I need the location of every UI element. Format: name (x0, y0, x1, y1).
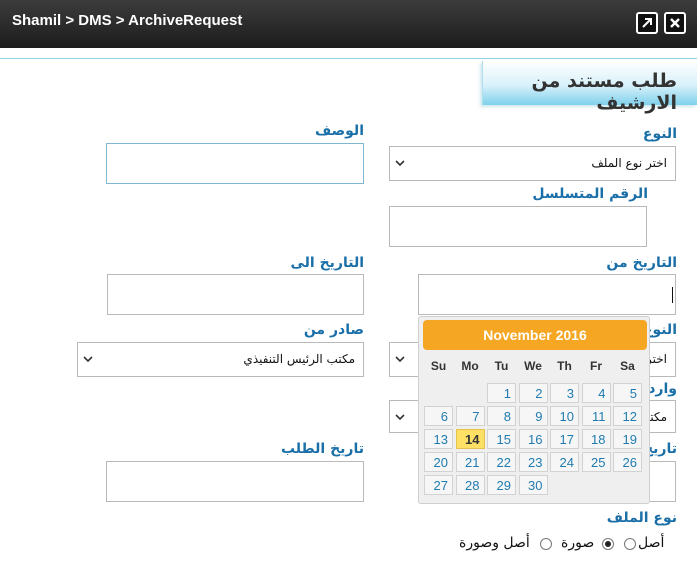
issued-from-value: مكتب الرئيس التنفيذي (243, 352, 355, 366)
radio-original-label: أصل (638, 535, 665, 551)
issued-from-label: صادر من (303, 322, 364, 338)
file-type-label: نوع الملف (606, 510, 677, 526)
date-from-field[interactable] (418, 274, 676, 315)
calendar-day[interactable]: 2 (518, 383, 548, 403)
calendar-day[interactable]: 30 (518, 475, 548, 495)
weekday-header: Mo (461, 359, 479, 373)
page-title: طلب مستند من الارشيف (531, 70, 677, 114)
calendar-day[interactable]: 1 (487, 383, 516, 403)
calendar-day[interactable]: 12 (613, 406, 642, 426)
chevron-down-icon (395, 414, 405, 421)
calendar-day[interactable]: 7 (455, 406, 485, 426)
weekday-header: Tu (494, 359, 509, 373)
calendar-day[interactable]: 4 (581, 383, 611, 403)
date-to-field[interactable] (107, 274, 364, 315)
calendar-day[interactable]: 5 (613, 383, 642, 403)
radio-original-and-copy-circle[interactable] (540, 538, 552, 550)
radio-original-circle[interactable] (624, 538, 636, 550)
calendar-day[interactable]: 6 (424, 406, 453, 426)
calendar-day[interactable]: 23 (518, 452, 548, 472)
type-select-value: اختر نوع الملف (591, 156, 667, 170)
weekday-header: Su (430, 359, 447, 373)
calendar-day[interactable]: 20 (424, 452, 453, 472)
datepicker-month-title[interactable]: November 2016 (423, 320, 647, 350)
page-header: طلب مستند من الارشيف (482, 61, 697, 114)
calendar-day[interactable]: 24 (550, 452, 579, 472)
weekday-header: Sa (620, 359, 635, 373)
serial-label: الرقم المتسلسل (532, 186, 648, 202)
radio-original-and-copy-label: أصل وصورة (459, 535, 530, 551)
window-titlebar: Shamil > DMS > ArchiveRequest (0, 0, 697, 48)
weekday-header: We (524, 359, 542, 373)
calendar-day[interactable]: 27 (424, 475, 453, 495)
calendar-day[interactable]: 26 (613, 452, 642, 472)
calendar-day[interactable]: 9 (518, 406, 548, 426)
date-to-label: التاريخ الى (290, 255, 364, 271)
radio-copy-label: صورة (561, 535, 595, 551)
calendar-day[interactable]: 21 (455, 452, 485, 472)
chevron-down-icon (83, 356, 93, 363)
calendar-day-today[interactable]: 14 (455, 429, 485, 449)
datepicker-popup: November 2016 Su Mo Tu We Th Fr Sa 1 2 3 4 5 6 7 8 9 10 1… (418, 316, 650, 504)
weekday-header: Fr (590, 359, 602, 373)
chevron-down-icon (395, 160, 405, 167)
calendar-day[interactable]: 13 (424, 429, 453, 449)
expand-button[interactable] (636, 12, 658, 34)
type-label: النوع (642, 126, 677, 142)
calendar-day[interactable]: 11 (581, 406, 611, 426)
calendar-day[interactable]: 3 (550, 383, 579, 403)
request-date-label: تاريخ الطلب (280, 441, 364, 457)
radio-copy-circle[interactable] (602, 538, 614, 550)
text-caret (672, 287, 673, 303)
description-label: الوصف (314, 123, 364, 139)
calendar-day[interactable]: 17 (550, 429, 579, 449)
calendar-day[interactable]: 29 (487, 475, 516, 495)
calendar-day[interactable]: 18 (581, 429, 611, 449)
date-from-label: التاريخ من (606, 255, 677, 271)
close-icon (670, 18, 680, 28)
chevron-down-icon (395, 356, 405, 363)
description-field[interactable] (106, 143, 364, 184)
calendar-day[interactable]: 16 (518, 429, 548, 449)
calendar-day[interactable]: 8 (487, 406, 516, 426)
expand-icon (642, 18, 652, 28)
breadcrumb: Shamil > DMS > ArchiveRequest (12, 12, 243, 29)
calendar-day[interactable]: 15 (487, 429, 516, 449)
issued-from-select[interactable]: مكتب الرئيس التنفيذي (77, 342, 364, 377)
weekday-header: Th (557, 359, 572, 373)
calendar-day[interactable]: 10 (550, 406, 579, 426)
calendar-day[interactable]: 28 (455, 475, 485, 495)
calendar-day[interactable]: 19 (613, 429, 642, 449)
incoming-label: وارد (648, 381, 677, 397)
type-select[interactable]: اختر نوع الملف (389, 146, 676, 181)
request-date-field[interactable] (106, 461, 364, 502)
close-button[interactable] (664, 12, 686, 34)
serial-field[interactable] (389, 206, 647, 247)
calendar-day[interactable]: 25 (581, 452, 611, 472)
calendar-day[interactable]: 22 (487, 452, 516, 472)
content-divider (0, 58, 697, 59)
